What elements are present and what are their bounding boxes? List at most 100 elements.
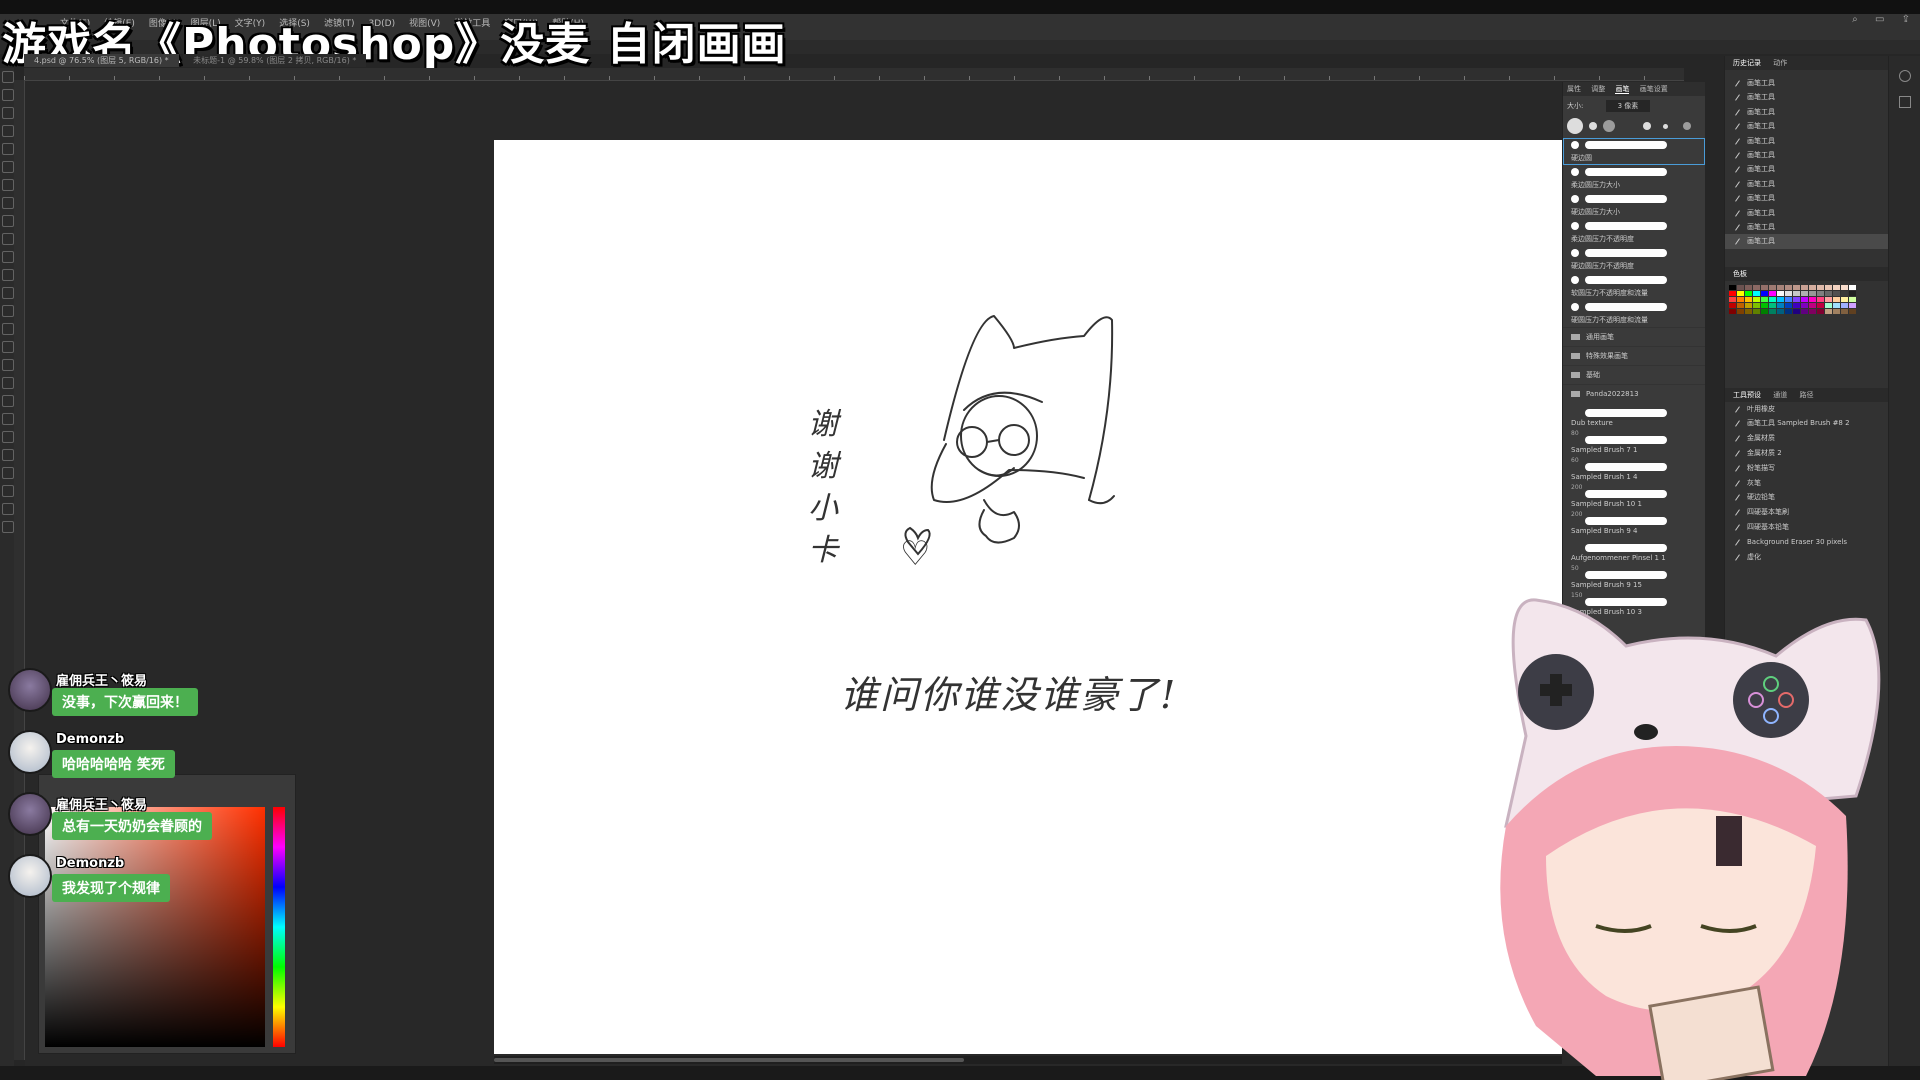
color-swatch[interactable] bbox=[1729, 296, 1736, 302]
color-swatch[interactable] bbox=[1737, 296, 1744, 302]
color-swatch[interactable] bbox=[1849, 308, 1856, 314]
color-swatch[interactable] bbox=[1817, 290, 1824, 296]
color-swatch[interactable] bbox=[1769, 296, 1776, 302]
tool-icon[interactable] bbox=[2, 269, 14, 281]
sampled-brush[interactable]: Aufgenommener Pinsel 1 1 bbox=[1563, 538, 1705, 565]
color-swatch[interactable] bbox=[1745, 302, 1752, 308]
history-state[interactable]: 画笔工具 bbox=[1725, 90, 1889, 104]
color-swatch[interactable] bbox=[1777, 284, 1784, 290]
tool-preset[interactable]: 四硬基本铅笔 bbox=[1725, 520, 1889, 535]
tab-actions[interactable]: 动作 bbox=[1773, 59, 1787, 67]
saturation-value-field[interactable] bbox=[45, 807, 265, 1047]
color-swatch[interactable] bbox=[1777, 290, 1784, 296]
color-swatch[interactable] bbox=[1825, 308, 1832, 314]
color-swatch[interactable] bbox=[1729, 308, 1736, 314]
tool-preset[interactable]: 灰笔 bbox=[1725, 476, 1889, 491]
tool-icon[interactable] bbox=[2, 287, 14, 299]
tool-icon[interactable] bbox=[2, 503, 14, 515]
brush-preset[interactable]: 硬边圆压力不透明度 bbox=[1563, 246, 1705, 273]
tab-history[interactable]: 历史记录 bbox=[1733, 59, 1761, 67]
history-state[interactable]: 画笔工具 bbox=[1725, 220, 1889, 234]
color-swatch[interactable] bbox=[1761, 308, 1768, 314]
color-swatch[interactable] bbox=[1785, 302, 1792, 308]
tool-icon[interactable] bbox=[2, 431, 14, 443]
doc-tab-inactive[interactable]: 未标题-1 @ 59.8% (图层 2 拷贝, RGB/16) * bbox=[183, 54, 367, 67]
tool-icon[interactable] bbox=[2, 413, 14, 425]
brush-tip[interactable] bbox=[1589, 122, 1597, 130]
tool-icon[interactable] bbox=[2, 521, 14, 533]
color-swatch[interactable] bbox=[1793, 296, 1800, 302]
brush-preset[interactable]: 硬边圆 bbox=[1563, 138, 1705, 165]
color-swatch[interactable] bbox=[1729, 284, 1736, 290]
color-swatch[interactable] bbox=[1841, 290, 1848, 296]
share-icon[interactable]: ⇪ bbox=[1902, 14, 1910, 25]
tool-icon[interactable] bbox=[2, 251, 14, 263]
tool-icon[interactable] bbox=[2, 179, 14, 191]
doc-tab-active[interactable]: 4.psd @ 76.5% (图层 5, RGB/16) * bbox=[24, 54, 179, 67]
tool-preset[interactable]: 四硬基本笔刷 bbox=[1725, 505, 1889, 520]
scrollbar-thumb[interactable] bbox=[494, 1058, 964, 1062]
sampled-brush[interactable]: Dub texture bbox=[1563, 403, 1705, 430]
color-swatch[interactable] bbox=[1849, 290, 1856, 296]
color-swatch[interactable] bbox=[1849, 302, 1856, 308]
tab-paths[interactable]: 路径 bbox=[1799, 391, 1813, 399]
history-state[interactable]: 画笔工具 bbox=[1725, 177, 1889, 191]
color-swatch[interactable] bbox=[1737, 302, 1744, 308]
document-canvas[interactable] bbox=[494, 140, 1562, 1054]
history-state[interactable]: 画笔工具 bbox=[1725, 206, 1889, 220]
color-swatch[interactable] bbox=[1825, 296, 1832, 302]
tool-icon[interactable] bbox=[2, 233, 14, 245]
color-swatch[interactable] bbox=[1785, 296, 1792, 302]
size-input[interactable]: 3 像素 bbox=[1605, 100, 1651, 112]
brush-preset[interactable]: 硬边圆压力大小 bbox=[1563, 192, 1705, 219]
tool-preset[interactable]: 虚化 bbox=[1725, 550, 1889, 565]
color-swatch[interactable] bbox=[1753, 290, 1760, 296]
color-swatch[interactable] bbox=[1841, 302, 1848, 308]
color-swatch[interactable] bbox=[1785, 308, 1792, 314]
tool-icon[interactable] bbox=[2, 125, 14, 137]
horizontal-scrollbar[interactable] bbox=[494, 1056, 1562, 1064]
sampled-brush[interactable]: 200 Sampled Brush 9 4 bbox=[1563, 511, 1705, 538]
color-swatch[interactable] bbox=[1809, 302, 1816, 308]
tool-icon[interactable] bbox=[2, 323, 14, 335]
sampled-brush[interactable]: 200 Sampled Brush 10 1 bbox=[1563, 484, 1705, 511]
brush-tip[interactable] bbox=[1663, 124, 1668, 129]
color-swatch[interactable] bbox=[1833, 308, 1840, 314]
tool-icon[interactable] bbox=[2, 89, 14, 101]
tool-icon[interactable] bbox=[2, 143, 14, 155]
tab-properties[interactable]: 属性 bbox=[1567, 85, 1581, 93]
color-swatch[interactable] bbox=[1825, 284, 1832, 290]
hue-slider[interactable] bbox=[273, 807, 285, 1047]
color-swatch[interactable] bbox=[1809, 290, 1816, 296]
color-swatch[interactable] bbox=[1753, 308, 1760, 314]
tool-preset[interactable]: 叶用橡皮 bbox=[1725, 402, 1889, 417]
tab-brush-settings[interactable]: 画笔设置 bbox=[1640, 85, 1668, 93]
brush-tip[interactable] bbox=[1643, 122, 1651, 130]
history-state[interactable]: 画笔工具 bbox=[1725, 76, 1889, 90]
color-swatch[interactable] bbox=[1761, 290, 1768, 296]
color-swatch[interactable] bbox=[1809, 296, 1816, 302]
tool-icon[interactable] bbox=[2, 197, 14, 209]
color-swatch[interactable] bbox=[1745, 290, 1752, 296]
tab-tool-presets[interactable]: 工具预设 bbox=[1733, 391, 1761, 399]
brush-preset[interactable]: 软圆压力不透明度和流量 bbox=[1563, 273, 1705, 300]
color-swatch[interactable] bbox=[1825, 302, 1832, 308]
tool-icon[interactable] bbox=[2, 359, 14, 371]
sampled-brush[interactable]: 80 Sampled Brush 7 1 bbox=[1563, 430, 1705, 457]
color-swatch[interactable] bbox=[1793, 302, 1800, 308]
tool-preset[interactable]: 金属材质 bbox=[1725, 431, 1889, 446]
brush-group[interactable]: Panda2022813 bbox=[1563, 384, 1705, 403]
color-swatch[interactable] bbox=[1737, 308, 1744, 314]
color-swatch[interactable] bbox=[1753, 302, 1760, 308]
tab-channels[interactable]: 通道 bbox=[1773, 391, 1787, 399]
color-swatch[interactable] bbox=[1833, 290, 1840, 296]
color-swatch[interactable] bbox=[1785, 290, 1792, 296]
color-swatch[interactable] bbox=[1801, 290, 1808, 296]
color-swatch[interactable] bbox=[1729, 302, 1736, 308]
color-swatch[interactable] bbox=[1817, 302, 1824, 308]
color-swatch[interactable] bbox=[1777, 302, 1784, 308]
history-state[interactable]: 画笔工具 bbox=[1725, 234, 1889, 249]
tab-brushes[interactable]: 画笔 bbox=[1615, 85, 1630, 94]
color-swatch[interactable] bbox=[1753, 296, 1760, 302]
color-swatch[interactable] bbox=[1737, 284, 1744, 290]
